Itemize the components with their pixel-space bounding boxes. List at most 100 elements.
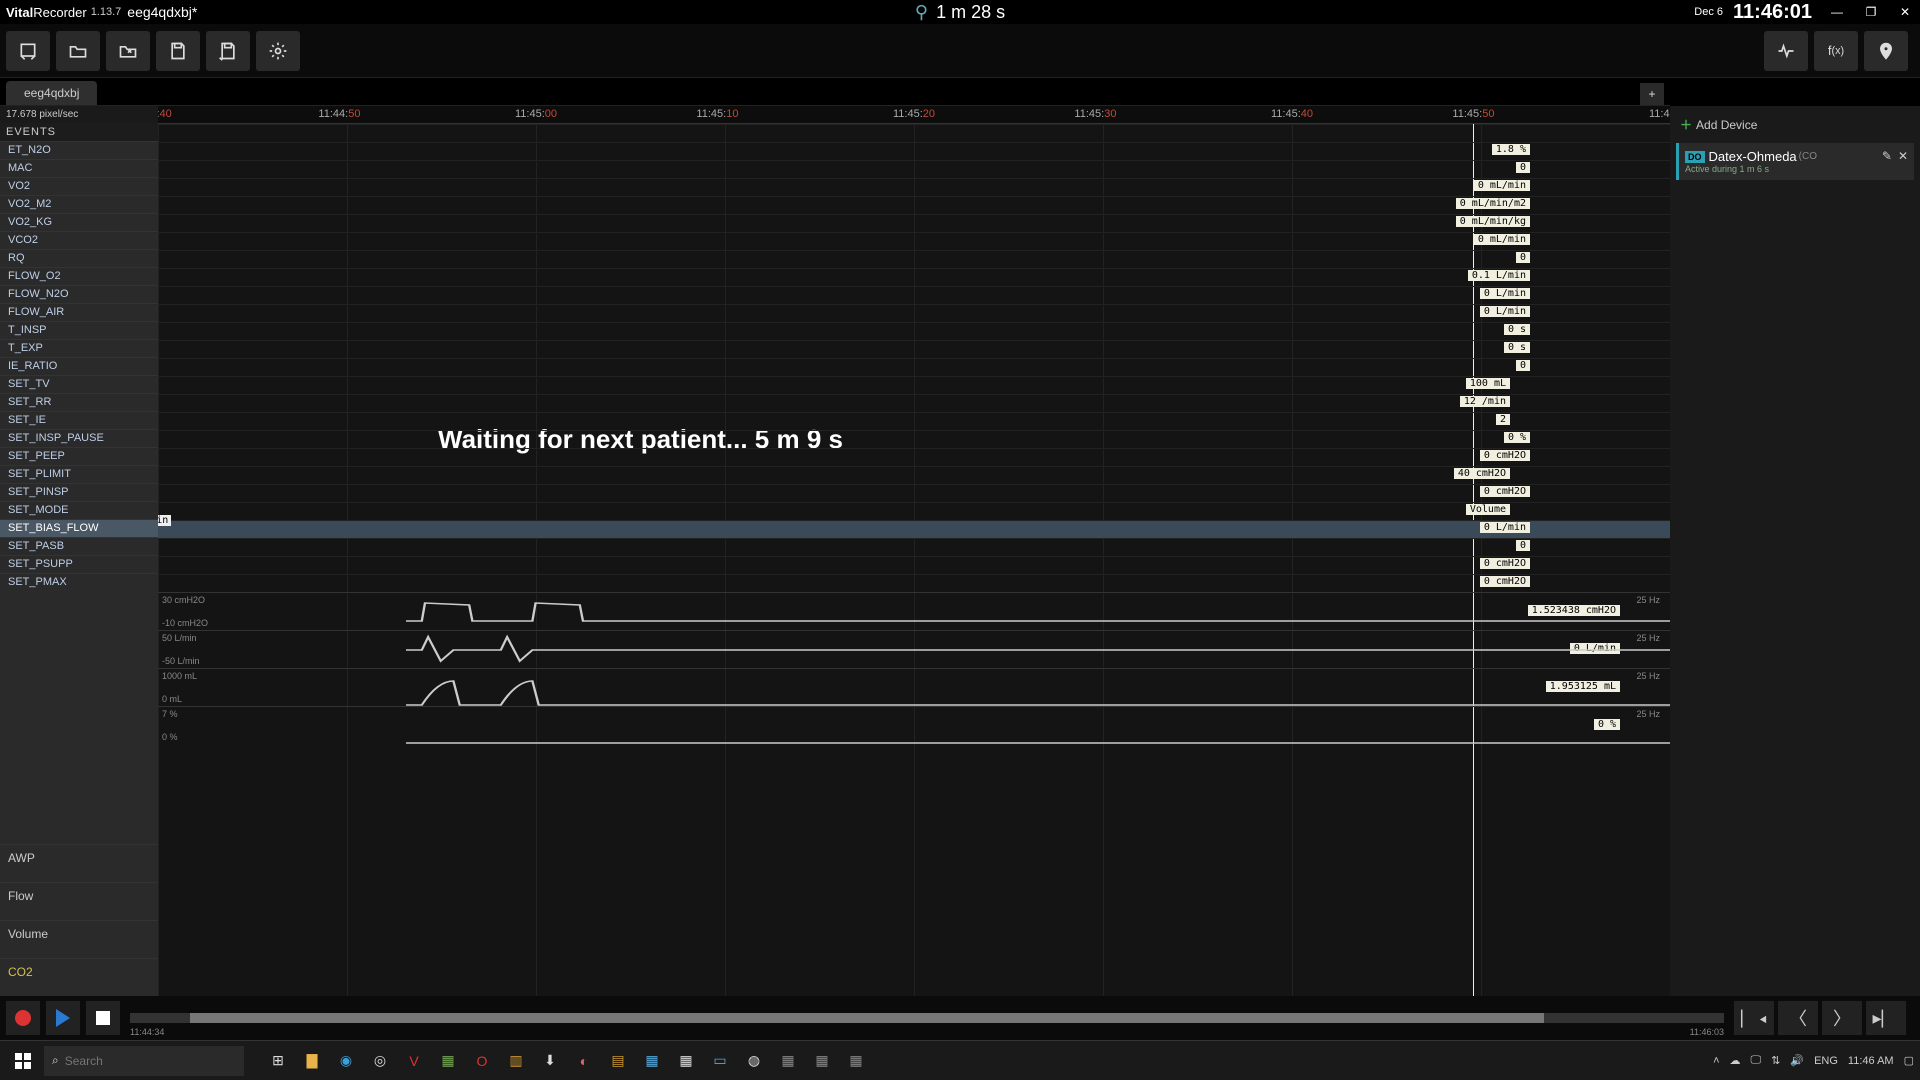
export-button[interactable] [106,31,150,71]
minimize-button[interactable]: — [1828,3,1846,21]
save-button[interactable] [156,31,200,71]
wave-channel-flow[interactable]: Flow [0,882,158,920]
channel-set_ie[interactable]: SET_IE [0,411,158,429]
app-icon-2[interactable]: ▥ [502,1047,530,1075]
app-icon-4[interactable]: ◐ [570,1047,598,1075]
tray-lang[interactable]: ENG [1814,1055,1838,1067]
tray-monitor-icon[interactable]: 🖵 [1751,1054,1762,1067]
track-row[interactable]: 0 [158,538,1670,556]
add-tab-button[interactable]: + [1640,83,1664,105]
tray-notification-icon[interactable]: ▢ [1904,1054,1914,1067]
wave-row[interactable]: 30 cmH2O -10 cmH2O 25 Hz 1.523438 cmH2O [158,592,1670,630]
time-ruler[interactable]: 44:4011:44:5011:45:0011:45:1011:45:2011:… [158,106,1670,124]
track-row[interactable]: 12 /min [158,394,1670,412]
saveas-button[interactable] [206,31,250,71]
channel-set_rr[interactable]: SET_RR [0,393,158,411]
app-icon-5[interactable]: ▤ [604,1047,632,1075]
track-row[interactable]: 100 mL [158,376,1670,394]
nav-last-button[interactable]: ▸⎸ [1866,1001,1906,1035]
tray-cloud-icon[interactable]: ☁ [1730,1054,1741,1067]
channel-vo2[interactable]: VO2 [0,177,158,195]
marker-button[interactable] [1864,31,1908,71]
edge-icon[interactable]: ◉ [332,1047,360,1075]
settings-button[interactable] [256,31,300,71]
tab-eeg4qdxbj[interactable]: eeg4qdxbj [6,81,97,105]
track-row[interactable]: 0 s [158,340,1670,358]
track-row[interactable]: 0 mL/min/kg [158,214,1670,232]
stop-button[interactable] [86,1001,120,1035]
track-row[interactable]: 0 [158,160,1670,178]
app-icon-6[interactable]: ▦ [638,1047,666,1075]
channel-flow_air[interactable]: FLOW_AIR [0,303,158,321]
track-row[interactable]: 1.8 % [158,142,1670,160]
remove-device-icon[interactable]: ✕ [1898,149,1908,163]
open-button[interactable] [56,31,100,71]
app-icon-8[interactable]: ▭ [706,1047,734,1075]
wave-row[interactable]: 1000 mL 0 mL 25 Hz 1.953125 mL [158,668,1670,706]
channel-vo2_m2[interactable]: VO2_M2 [0,195,158,213]
taskbar-search[interactable]: ⌕ [44,1046,244,1076]
channel-set_pmax[interactable]: SET_PMAX [0,573,158,591]
wave-channel-co2[interactable]: CO2 [0,958,158,996]
channel-ie_ratio[interactable]: IE_RATIO [0,357,158,375]
channel-flow_n2o[interactable]: FLOW_N2O [0,285,158,303]
progress-bar[interactable]: 11:44:34 11:46:03 [130,1013,1724,1023]
track-row[interactable]: 0 mL/min/m2 [158,196,1670,214]
channel-set_peep[interactable]: SET_PEEP [0,447,158,465]
track-row[interactable]: 0 L/min58.333332 L/min [158,520,1670,538]
track-row[interactable]: 0 cmH2O [158,556,1670,574]
track-row[interactable]: 0 mL/min [158,178,1670,196]
device-card-datex[interactable]: DO Datex-Ohmeda (CO Active during 1 m 6 … [1676,143,1914,180]
track-row[interactable]: 0.1 L/min [158,268,1670,286]
channel-vo2_kg[interactable]: VO2_KG [0,213,158,231]
track-row[interactable]: 40 cmH2O [158,466,1670,484]
track-row[interactable]: 0 [158,358,1670,376]
explorer-icon[interactable]: ▇ [298,1047,326,1075]
track-row[interactable]: 0 % [158,430,1670,448]
nav-prev-button[interactable]: 〈 [1778,1001,1818,1035]
track-row[interactable]: Volume [158,502,1670,520]
track-row[interactable]: 0 mL/min [158,232,1670,250]
channel-set_psupp[interactable]: SET_PSUPP [0,555,158,573]
channel-set_insp_pause[interactable]: SET_INSP_PAUSE [0,429,158,447]
app-icon-3[interactable]: ⬇ [536,1047,564,1075]
track-row[interactable]: 0 L/min [158,304,1670,322]
maximize-button[interactable]: ❐ [1862,3,1880,21]
channel-set_plimit[interactable]: SET_PLIMIT [0,465,158,483]
opera-icon[interactable]: O [468,1047,496,1075]
track-row[interactable]: 0 s [158,322,1670,340]
app-icon-11[interactable]: ▦ [808,1047,836,1075]
start-button[interactable] [6,1046,40,1076]
play-button[interactable] [46,1001,80,1035]
channel-set_bias_flow[interactable]: SET_BIAS_FLOW [0,519,158,537]
channel-set_pinsp[interactable]: SET_PINSP [0,483,158,501]
track-row[interactable]: 0 cmH2O [158,574,1670,592]
new-button[interactable] [6,31,50,71]
app-icon-9[interactable]: ◍ [740,1047,768,1075]
track-row[interactable]: 0 L/min [158,286,1670,304]
app-icon-1[interactable]: ▦ [434,1047,462,1075]
function-button[interactable]: f(x) [1814,31,1858,71]
tray-wifi-icon[interactable]: ⇅ [1771,1054,1780,1067]
channel-mac[interactable]: MAC [0,159,158,177]
track-row[interactable]: 2 [158,412,1670,430]
wave-channel-awp[interactable]: AWP [0,844,158,882]
channel-set_pasb[interactable]: SET_PASB [0,537,158,555]
track-row[interactable]: 0 cmH2O [158,448,1670,466]
channel-t_exp[interactable]: T_EXP [0,339,158,357]
record-button[interactable] [6,1001,40,1035]
channel-flow_o2[interactable]: FLOW_O2 [0,267,158,285]
tray-speaker-icon[interactable]: 🔊 [1790,1054,1804,1067]
track-row[interactable]: 0 cmH2O [158,484,1670,502]
app-icon-10[interactable]: ▦ [774,1047,802,1075]
close-button[interactable]: ✕ [1896,3,1914,21]
search-input[interactable] [65,1054,220,1068]
channel-set_tv[interactable]: SET_TV [0,375,158,393]
app-icon-12[interactable]: ▦ [842,1047,870,1075]
wave-channel-volume[interactable]: Volume [0,920,158,958]
channel-t_insp[interactable]: T_INSP [0,321,158,339]
track-row[interactable]: 0 [158,250,1670,268]
vivaldi-icon[interactable]: V [400,1047,428,1075]
wave-row[interactable]: 7 % 0 % 25 Hz 0 % [158,706,1670,744]
chrome-icon[interactable]: ◎ [366,1047,394,1075]
